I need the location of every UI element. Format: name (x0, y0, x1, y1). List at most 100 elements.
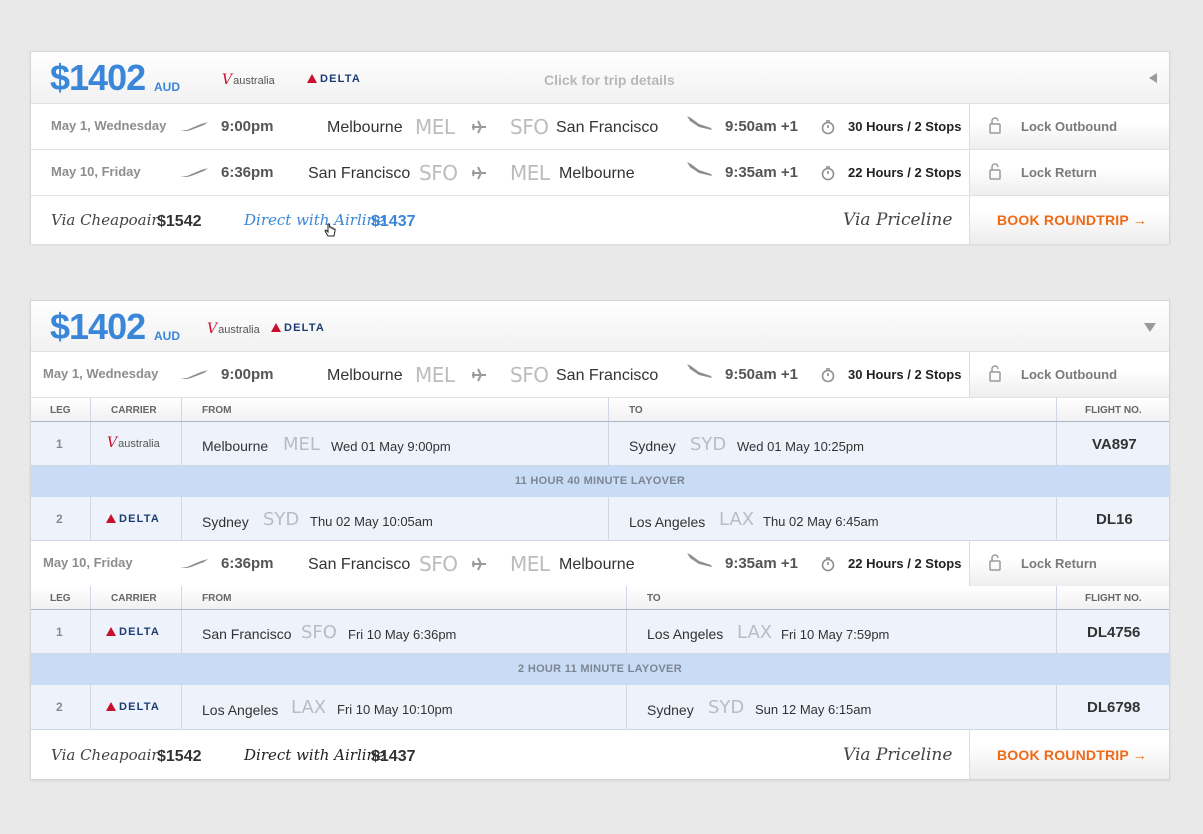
collapse-arrow-icon[interactable] (1144, 323, 1156, 332)
landing-icon (685, 551, 713, 574)
cheapoair-price[interactable]: $1542 (157, 748, 202, 766)
outbound-date: May 1, Wednesday (43, 366, 159, 381)
outbound-depart-time: 9:00pm (221, 118, 274, 135)
cheapoair-price[interactable]: $1542 (157, 213, 202, 231)
lock-icon (989, 554, 1001, 576)
leg-to-city: Los Angeles (647, 626, 724, 642)
outbound-to-code: SFO (510, 363, 549, 387)
outbound-to-code: SFO (510, 115, 549, 139)
leg-to-date: Sun 12 May 6:15am (755, 702, 872, 717)
plane-icon (471, 165, 487, 186)
takeoff-icon (179, 120, 209, 138)
plane-icon (471, 119, 487, 140)
delta-logo: DELTA (106, 701, 160, 713)
leg-to-date: Wed 01 May 10:25pm (737, 439, 864, 454)
via-cheapoair-link[interactable]: Via Cheapoair (51, 211, 159, 229)
lock-return-button[interactable]: Lock Return (969, 541, 1169, 586)
leg-from-code: MEL (283, 434, 320, 455)
plane-icon (471, 556, 487, 577)
return-duration: 22 Hours / 2 Stops (848, 556, 962, 571)
lock-return-label: Lock Return (1021, 165, 1097, 180)
arrow-right-icon: → (1132, 212, 1147, 228)
leg-from-code: SFO (301, 622, 337, 643)
lock-return-label: Lock Return (1021, 556, 1097, 571)
stopwatch-icon (820, 367, 836, 388)
direct-with-airline-link[interactable]: Direct with Airline (244, 211, 385, 229)
booking-footer: Via Cheapoair $1542 Direct with Airline … (31, 730, 1169, 779)
leg-from-date: Fri 10 May 10:10pm (337, 702, 453, 717)
col-flight-no: FLIGHT NO. (1085, 593, 1142, 604)
return-depart-time: 6:36pm (221, 555, 274, 572)
col-leg: LEG (50, 593, 71, 604)
currency: AUD (154, 80, 180, 94)
flight-number: DL16 (1096, 511, 1133, 528)
return-from-code: SFO (419, 161, 458, 185)
flight-result-card-expanded: $1402 AUD Vaustralia DELTA May 1, Wednes… (30, 300, 1170, 780)
stopwatch-icon (820, 556, 836, 577)
outbound-duration: 30 Hours / 2 Stops (848, 367, 962, 382)
leg-from-code: SYD (263, 509, 300, 530)
card-header[interactable]: $1402 AUD Vaustralia DELTA (31, 301, 1169, 352)
table-row: 2 DELTA Los Angeles LAX Fri 10 May 10:10… (31, 685, 1169, 730)
return-legs-table-header: LEG CARRIER FROM TO FLIGHT NO. (31, 586, 1169, 610)
lock-outbound-label: Lock Outbound (1021, 119, 1118, 134)
col-to: TO (629, 405, 643, 416)
return-date: May 10, Friday (43, 555, 133, 570)
return-depart-time: 6:36pm (221, 164, 274, 181)
takeoff-icon (179, 368, 209, 386)
flight-number: DL6798 (1087, 699, 1141, 716)
delta-logo: DELTA (106, 626, 160, 638)
outbound-summary-row: May 1, Wednesday 9:00pm Melbourne MEL SF… (31, 352, 1169, 398)
col-flight-no: FLIGHT NO. (1085, 405, 1142, 416)
return-to-code: MEL (510, 161, 550, 185)
leg-to-city: Los Angeles (629, 514, 706, 530)
expand-arrow-icon[interactable] (1149, 73, 1157, 83)
return-to-code: MEL (510, 552, 550, 576)
outbound-to-city: San Francisco (556, 119, 659, 136)
book-roundtrip-button[interactable]: BOOK ROUNDTRIP → (969, 730, 1169, 779)
return-summary-row: May 10, Friday 6:36pm San Francisco SFO … (31, 541, 1169, 587)
return-duration: 22 Hours / 2 Stops (848, 165, 962, 180)
via-priceline-link[interactable]: Via Priceline (843, 745, 952, 765)
outbound-arrive-time: 9:50am +1 (725, 118, 798, 135)
leg-number: 2 (56, 512, 63, 526)
leg-to-code: SYD (708, 697, 745, 718)
delta-logo: DELTA (106, 513, 160, 525)
arrow-right-icon: → (1132, 747, 1147, 763)
flight-number: VA897 (1092, 436, 1137, 453)
outbound-date: May 1, Wednesday (51, 118, 167, 133)
flight-number: DL4756 (1087, 624, 1141, 641)
direct-price[interactable]: $1437 (371, 213, 416, 231)
outbound-arrive-time: 9:50am +1 (725, 366, 798, 383)
lock-icon (989, 365, 1001, 387)
lock-outbound-button[interactable]: Lock Outbound (969, 104, 1169, 149)
outbound-legs-table-header: LEG CARRIER FROM TO FLIGHT NO. (31, 398, 1169, 422)
leg-from-date: Fri 10 May 6:36pm (348, 627, 457, 642)
leg-from-code: LAX (291, 697, 327, 718)
direct-with-airline-link[interactable]: Direct with Airline (244, 746, 385, 764)
card-header[interactable]: $1402 AUD Vaustralia DELTA Click for tri… (31, 52, 1169, 104)
leg-number: 1 (56, 437, 63, 451)
outbound-from-city: Melbourne (327, 119, 403, 136)
return-from-city: San Francisco (308, 165, 411, 182)
book-roundtrip-button[interactable]: BOOK ROUNDTRIP → (969, 196, 1169, 244)
lock-return-button[interactable]: Lock Return (969, 150, 1169, 195)
direct-price[interactable]: $1437 (371, 748, 416, 766)
lock-outbound-button[interactable]: Lock Outbound (969, 352, 1169, 397)
col-to: TO (647, 593, 661, 604)
return-from-city: San Francisco (308, 556, 411, 573)
return-to-city: Melbourne (559, 556, 635, 573)
layover-banner: 11 HOUR 40 MINUTE LAYOVER (31, 466, 1169, 497)
return-arrive-time: 9:35am +1 (725, 555, 798, 572)
via-cheapoair-link[interactable]: Via Cheapoair (51, 746, 159, 764)
return-to-city: Melbourne (559, 165, 635, 182)
booking-footer: Via Cheapoair $1542 Direct with Airline … (31, 196, 1169, 244)
delta-logo: DELTA (271, 322, 325, 334)
currency: AUD (154, 329, 180, 343)
landing-icon (685, 114, 713, 137)
virgin-australia-logo: Vaustralia (107, 435, 160, 451)
via-priceline-link[interactable]: Via Priceline (843, 210, 952, 230)
return-date: May 10, Friday (51, 164, 141, 179)
cursor-hand-icon (324, 223, 336, 244)
trip-details-link[interactable]: Click for trip details (544, 72, 675, 88)
